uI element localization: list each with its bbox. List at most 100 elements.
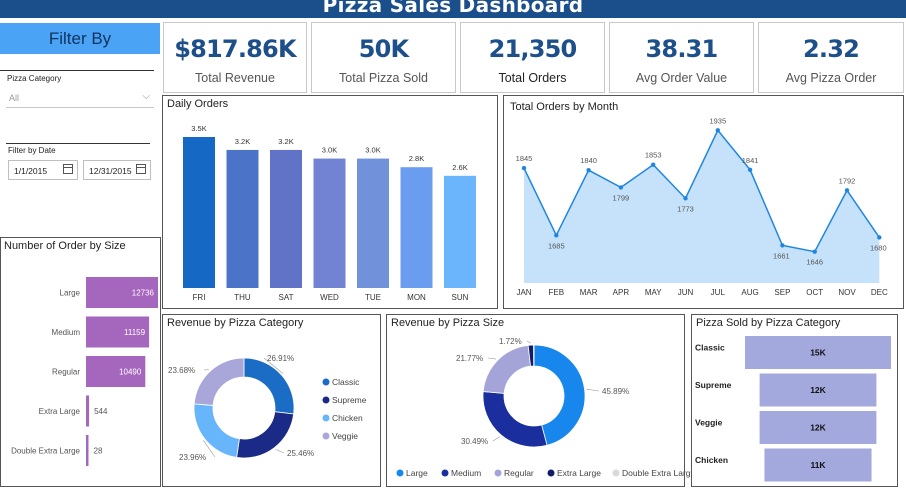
- kpi-label: Avg Order Value: [635, 71, 728, 85]
- chevron-down-icon: ⌵: [142, 91, 150, 102]
- kpi-card-avg-order-value: 38.31 Avg Order Value: [609, 22, 754, 93]
- month-label: APR: [613, 288, 630, 297]
- size-revenue-chart: 45.89% 30.49% 21.77% 1.72% Large Medium Regula…: [396, 337, 696, 478]
- category-label: Chicken: [695, 455, 728, 465]
- month-point: [651, 162, 656, 167]
- month-area: [524, 130, 880, 283]
- size-category-label: Large: [60, 289, 81, 298]
- kpi-card-pizza-sold: 50K Total Pizza Sold: [311, 22, 456, 93]
- category-value-label: 12K: [810, 385, 826, 395]
- month-point: [844, 188, 850, 193]
- start-date-input[interactable]: 1/1/2015: [8, 160, 78, 180]
- category-sold-panel: Pizza Sold by Pizza Category Classic 15K S…: [691, 314, 898, 487]
- month-value-label: 1840: [580, 156, 597, 165]
- month-value-label: 1853: [645, 151, 662, 160]
- size-orders-chart: Large 12736 Medium 11159 Regular 10490 Extra L…: [11, 277, 158, 466]
- legend-marker: [322, 414, 330, 422]
- daily-day-label: THU: [234, 293, 251, 302]
- category-revenue-slice: [243, 357, 295, 415]
- legend-marker: [612, 469, 620, 477]
- month-point: [780, 243, 785, 248]
- daily-value-label: 3.5K: [191, 124, 206, 133]
- kpi-value: 2.32: [802, 35, 860, 63]
- category-label: Veggie: [695, 418, 723, 428]
- legend-label: Supreme: [332, 395, 367, 405]
- month-label: SEP: [774, 288, 790, 297]
- dashboard-header: Pizza Sales Dashboard: [0, 0, 906, 18]
- kpi-label: Total Revenue: [195, 71, 275, 85]
- legend-marker: [322, 396, 330, 404]
- category-dropdown[interactable]: All ⌵: [6, 88, 154, 108]
- month-value-label: 1935: [709, 116, 726, 125]
- month-value-label: 1646: [806, 258, 823, 267]
- size-orders-panel: Number of Order by Size Large 12736 Medium…: [0, 237, 161, 487]
- kpi-value: 50K: [358, 35, 409, 63]
- kpi-card-avg-pizza-order: 2.32 Avg Pizza Order: [758, 22, 904, 93]
- legend-marker: [441, 469, 449, 477]
- category-revenue-slice: [193, 357, 245, 406]
- size-category-label: Double Extra Large: [11, 447, 80, 456]
- kpi-label: Total Pizza Sold: [339, 71, 428, 85]
- daily-day-label: SAT: [279, 293, 294, 302]
- kpi-card-orders: 21,350 Total Orders: [460, 22, 605, 93]
- kpi-value: 21,350: [488, 35, 578, 63]
- month-label: MAY: [645, 288, 662, 297]
- month-label: FEB: [549, 288, 565, 297]
- size-revenue-pct-label: 45.89%: [602, 387, 629, 396]
- daily-value-label: 3.0K: [322, 146, 337, 155]
- category-revenue-pct-label: 23.68%: [168, 366, 195, 375]
- category-label: Supreme: [695, 380, 732, 390]
- daily-value-label: 2.8K: [409, 154, 424, 163]
- month-label: JAN: [516, 288, 531, 297]
- dashboard: Pizza Sales Dashboard Filter By Pizza Ca…: [0, 0, 906, 488]
- daily-bar: [226, 149, 259, 288]
- calendar-icon[interactable]: [136, 164, 146, 174]
- kpi-value: $817.86K: [174, 35, 296, 63]
- size-revenue-panel: Revenue by Pizza Size 45.89% 30.49% 21.77%…: [386, 314, 696, 487]
- size-value-label: 10490: [119, 368, 142, 377]
- daily-bar: [444, 175, 476, 288]
- leader-line: [492, 436, 501, 442]
- monthly-orders-chart: 1845 JAN 1685 FEB 1840 MAR 1799 APR 1853 MAY 1773 J…: [516, 116, 888, 297]
- legend-label: Classic: [332, 377, 360, 387]
- month-value-label: 1661: [773, 251, 790, 260]
- monthly-orders-panel: Total Orders by Month 1845 JAN 1685 FEB 1840…: [503, 95, 904, 309]
- size-value-label: 544: [94, 407, 108, 416]
- size-category-label: Regular: [52, 368, 80, 377]
- size-category-label: Medium: [52, 328, 81, 337]
- daily-day-label: WED: [320, 293, 339, 302]
- size-revenue-pct-label: 30.49%: [461, 437, 488, 446]
- daily-value-label: 3.0K: [365, 146, 380, 155]
- legend-label: Veggie: [332, 431, 358, 441]
- category-revenue-pct-label: 26.91%: [267, 354, 294, 363]
- calendar-icon[interactable]: [63, 164, 73, 174]
- kpi-card-revenue: $817.86K Total Revenue: [163, 22, 307, 93]
- legend-marker: [547, 469, 555, 477]
- divider: [6, 143, 150, 144]
- size-revenue-slice: [482, 344, 531, 394]
- category-value-label: 15K: [810, 348, 826, 358]
- daily-value-label: 3.2K: [278, 137, 293, 146]
- month-label: NOV: [838, 288, 856, 297]
- legend-label: Regular: [504, 468, 534, 478]
- dashboard-title: Pizza Sales Dashboard: [322, 0, 584, 17]
- month-value-label: 1792: [839, 176, 856, 185]
- category-revenue-slice: [236, 411, 295, 459]
- month-value-label: 1680: [870, 243, 887, 252]
- daily-orders-chart: 3.5K FRI 3.2K THU 3.2K SAT 3.0K WED 3.0K TUE 2.8K M…: [183, 124, 476, 302]
- legend-label: Double Extra Large: [622, 468, 696, 478]
- end-date-input[interactable]: 12/31/2015: [83, 160, 151, 180]
- month-value-label: 1799: [613, 193, 630, 202]
- month-point: [618, 185, 624, 190]
- date-filter-label: Filter by Date: [8, 146, 56, 155]
- legend-marker: [494, 469, 502, 477]
- month-point: [683, 196, 688, 201]
- legend-label: Medium: [451, 468, 481, 478]
- size-revenue-slice: [482, 391, 548, 448]
- month-label: AUG: [741, 288, 758, 297]
- legend-marker: [322, 432, 330, 440]
- category-value-label: 12K: [810, 423, 826, 433]
- daily-bar: [357, 158, 389, 288]
- legend-marker: [396, 469, 404, 477]
- month-point: [521, 165, 527, 171]
